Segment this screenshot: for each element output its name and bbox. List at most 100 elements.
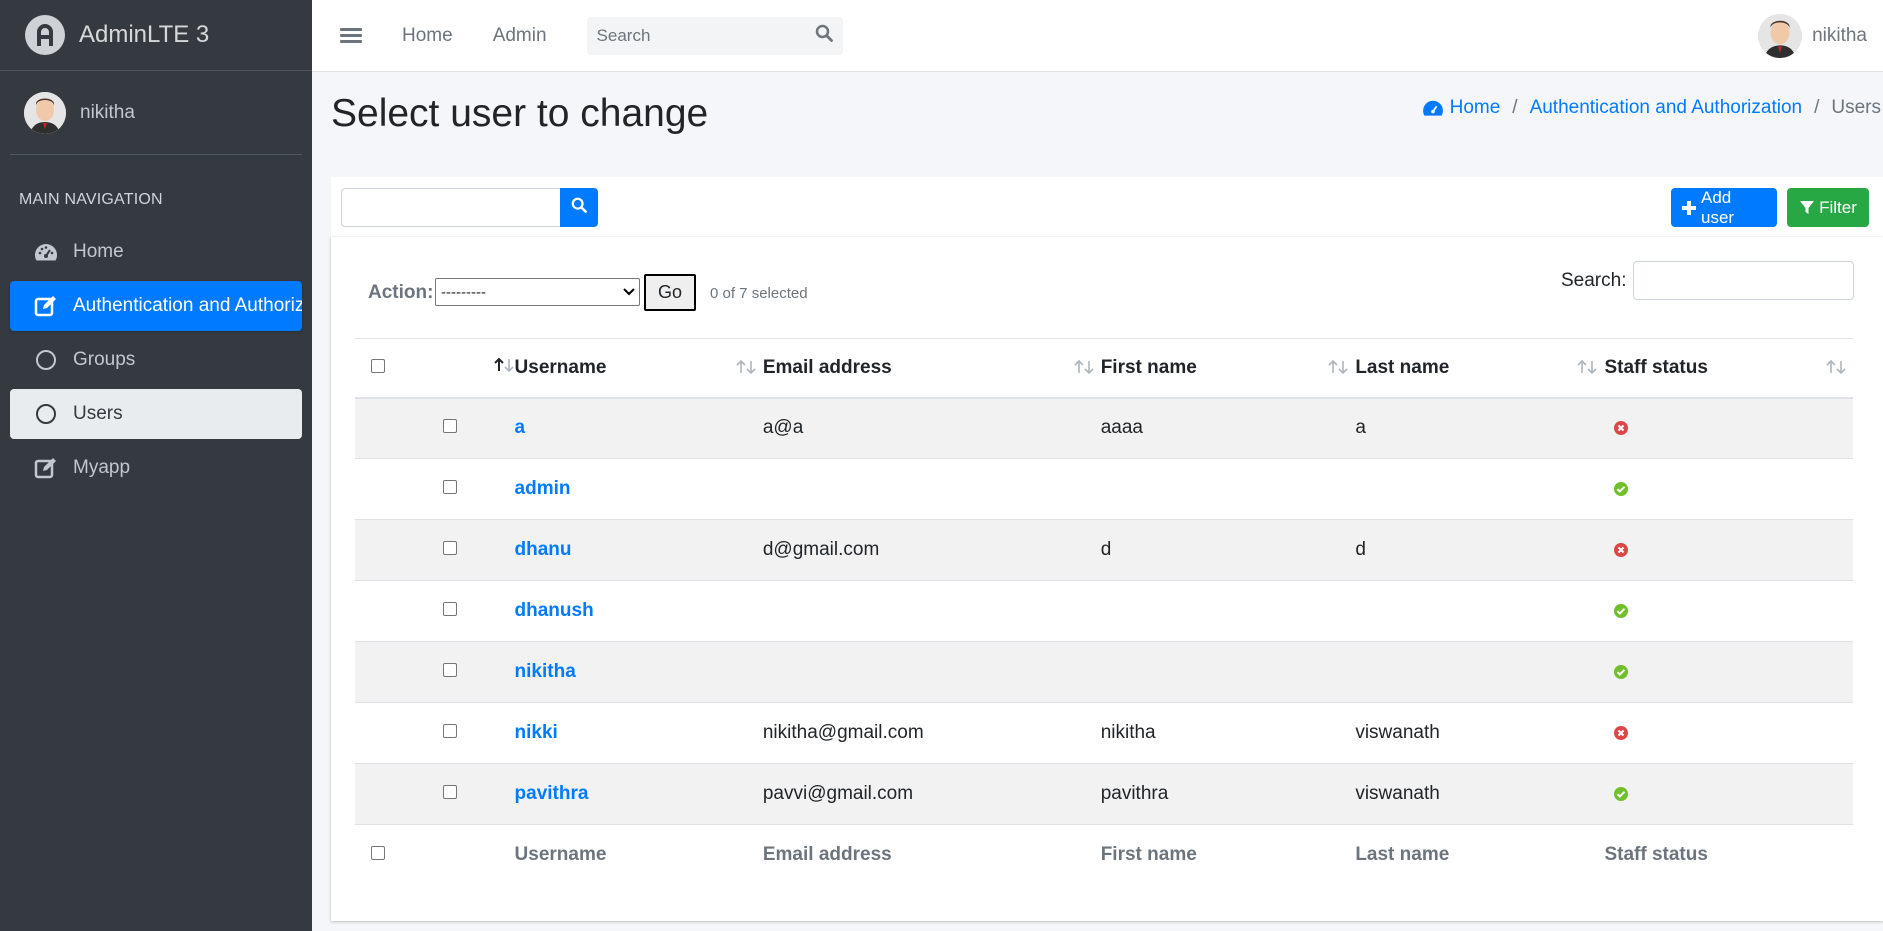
sidebar-item-auth[interactable]: Authentication and Authorization — [10, 281, 302, 331]
filter-label: Filter — [1819, 197, 1857, 217]
footer-email: Email address — [762, 824, 1101, 886]
row-checkbox[interactable] — [442, 785, 457, 799]
filter-button[interactable]: Filter — [1787, 188, 1869, 227]
menu-toggle-icon[interactable] — [340, 25, 362, 46]
username-link[interactable]: nikki — [515, 722, 558, 743]
users-table: Username Email address First name Last n… — [355, 338, 1853, 886]
column-header-email[interactable]: Email address — [762, 338, 1101, 399]
last-name-cell — [1355, 580, 1605, 642]
changelist-search-button[interactable] — [560, 188, 598, 227]
column-header-first-name[interactable]: First name — [1100, 338, 1356, 399]
row-select-cell — [404, 519, 515, 581]
row-select-cell — [404, 763, 515, 825]
action-label: Action: — [368, 282, 434, 303]
check-circle-icon — [1614, 481, 1629, 496]
breadcrumb-separator: / — [1814, 97, 1820, 118]
username-cell: admin — [514, 458, 763, 520]
column-label: First name — [1100, 356, 1197, 378]
breadcrumb-home[interactable]: Home — [1450, 97, 1501, 119]
last-name-cell — [1355, 458, 1605, 520]
check-circle-icon — [1614, 664, 1629, 679]
action-select-value: --------- — [441, 283, 486, 301]
select-all-checkbox[interactable] — [371, 358, 385, 373]
footer-staff-status: Staff status — [1604, 824, 1853, 886]
brand-link[interactable]: AdminLTE 3 — [0, 0, 312, 71]
username-link[interactable]: admin — [515, 478, 571, 499]
sidebar-item-home[interactable]: Home — [10, 227, 302, 277]
first-name-cell: d — [1100, 519, 1356, 581]
sidebar-item-label: Home — [73, 241, 124, 262]
sort-icon[interactable] — [1576, 359, 1598, 381]
circle-icon — [33, 347, 59, 373]
changelist-search-input[interactable] — [341, 188, 571, 227]
table-row: a a@a aaaa a — [355, 397, 1853, 459]
plus-icon — [1681, 200, 1701, 216]
staff-status-cell — [1604, 458, 1853, 520]
row-select-cell — [404, 580, 515, 642]
row-select-cell — [404, 702, 515, 764]
row-spacer-cell — [355, 580, 405, 642]
username-link[interactable]: dhanu — [515, 539, 572, 560]
row-spacer-cell — [355, 519, 405, 581]
footer-empty-cell — [404, 824, 515, 886]
brand-text: AdminLTE 3 — [79, 21, 210, 48]
username-link[interactable]: dhanush — [515, 600, 594, 621]
nav-link-home[interactable]: Home — [402, 25, 453, 47]
select-all-checkbox[interactable] — [371, 846, 385, 861]
sidebar-item-label: Myapp — [73, 457, 131, 478]
staff-status-cell — [1604, 641, 1853, 703]
sort-ascending-icon[interactable] — [493, 357, 515, 373]
dashboard-icon — [33, 239, 59, 265]
sort-icon[interactable] — [735, 359, 757, 381]
row-spacer-cell — [355, 702, 405, 764]
username-cell: dhanush — [514, 580, 763, 642]
staff-status-cell — [1604, 763, 1853, 825]
sidebar-item-label: Users — [73, 403, 123, 424]
navbar-user-menu[interactable]: nikitha — [1758, 13, 1867, 58]
column-header-username[interactable]: Username — [514, 338, 763, 399]
changelist-toolbar: Add user Filter — [331, 177, 1883, 237]
sort-header[interactable] — [404, 338, 515, 399]
email-cell: d@gmail.com — [762, 519, 1101, 581]
user-panel[interactable]: nikitha — [10, 71, 302, 155]
row-checkbox[interactable] — [442, 541, 457, 555]
sidebar-item-groups[interactable]: Groups — [10, 335, 302, 385]
check-circle-icon — [1614, 786, 1629, 801]
sidebar: AdminLTE 3 nikitha MAIN NAVIGATION Home … — [0, 0, 312, 931]
staff-status-cell — [1604, 397, 1853, 459]
sort-icon[interactable] — [1327, 359, 1349, 381]
select-all-header — [355, 338, 405, 399]
sidebar-item-myapp[interactable]: Myapp — [10, 443, 302, 493]
navbar-search-input[interactable]: Search — [586, 16, 843, 55]
row-checkbox[interactable] — [442, 602, 457, 616]
sidebar-item-users[interactable]: Users — [10, 389, 302, 439]
add-user-button[interactable]: Add user — [1671, 188, 1777, 227]
staff-status-cell — [1604, 519, 1853, 581]
sort-icon[interactable] — [1825, 359, 1847, 381]
column-header-staff-status[interactable]: Staff status — [1604, 338, 1853, 399]
row-checkbox[interactable] — [442, 663, 457, 677]
username-link[interactable]: nikitha — [515, 661, 576, 682]
sort-icon[interactable] — [1073, 359, 1095, 381]
row-checkbox[interactable] — [442, 419, 457, 434]
username-link[interactable]: a — [515, 417, 526, 438]
nav-link-admin[interactable]: Admin — [493, 25, 547, 47]
go-button[interactable]: Go — [644, 274, 696, 311]
column-header-last-name[interactable]: Last name — [1355, 338, 1605, 399]
row-checkbox[interactable] — [442, 480, 457, 494]
breadcrumb-current: Users — [1831, 97, 1881, 118]
username-cell: pavithra — [514, 763, 763, 825]
row-checkbox[interactable] — [442, 724, 457, 738]
table-search-input[interactable] — [1633, 261, 1854, 300]
adminlte-logo — [25, 15, 65, 55]
username-link[interactable]: pavithra — [515, 783, 589, 804]
username-cell: nikitha — [514, 641, 763, 703]
search-icon — [571, 197, 587, 218]
navbar-search-placeholder: Search — [596, 25, 651, 45]
breadcrumb-auth[interactable]: Authentication and Authorization — [1530, 97, 1803, 119]
search-icon[interactable] — [815, 24, 833, 47]
breadcrumb: Home / Authentication and Authorization … — [1422, 97, 1881, 119]
username-cell: nikki — [514, 702, 763, 764]
action-select[interactable]: --------- — [435, 278, 640, 306]
staff-status-cell — [1604, 702, 1853, 764]
